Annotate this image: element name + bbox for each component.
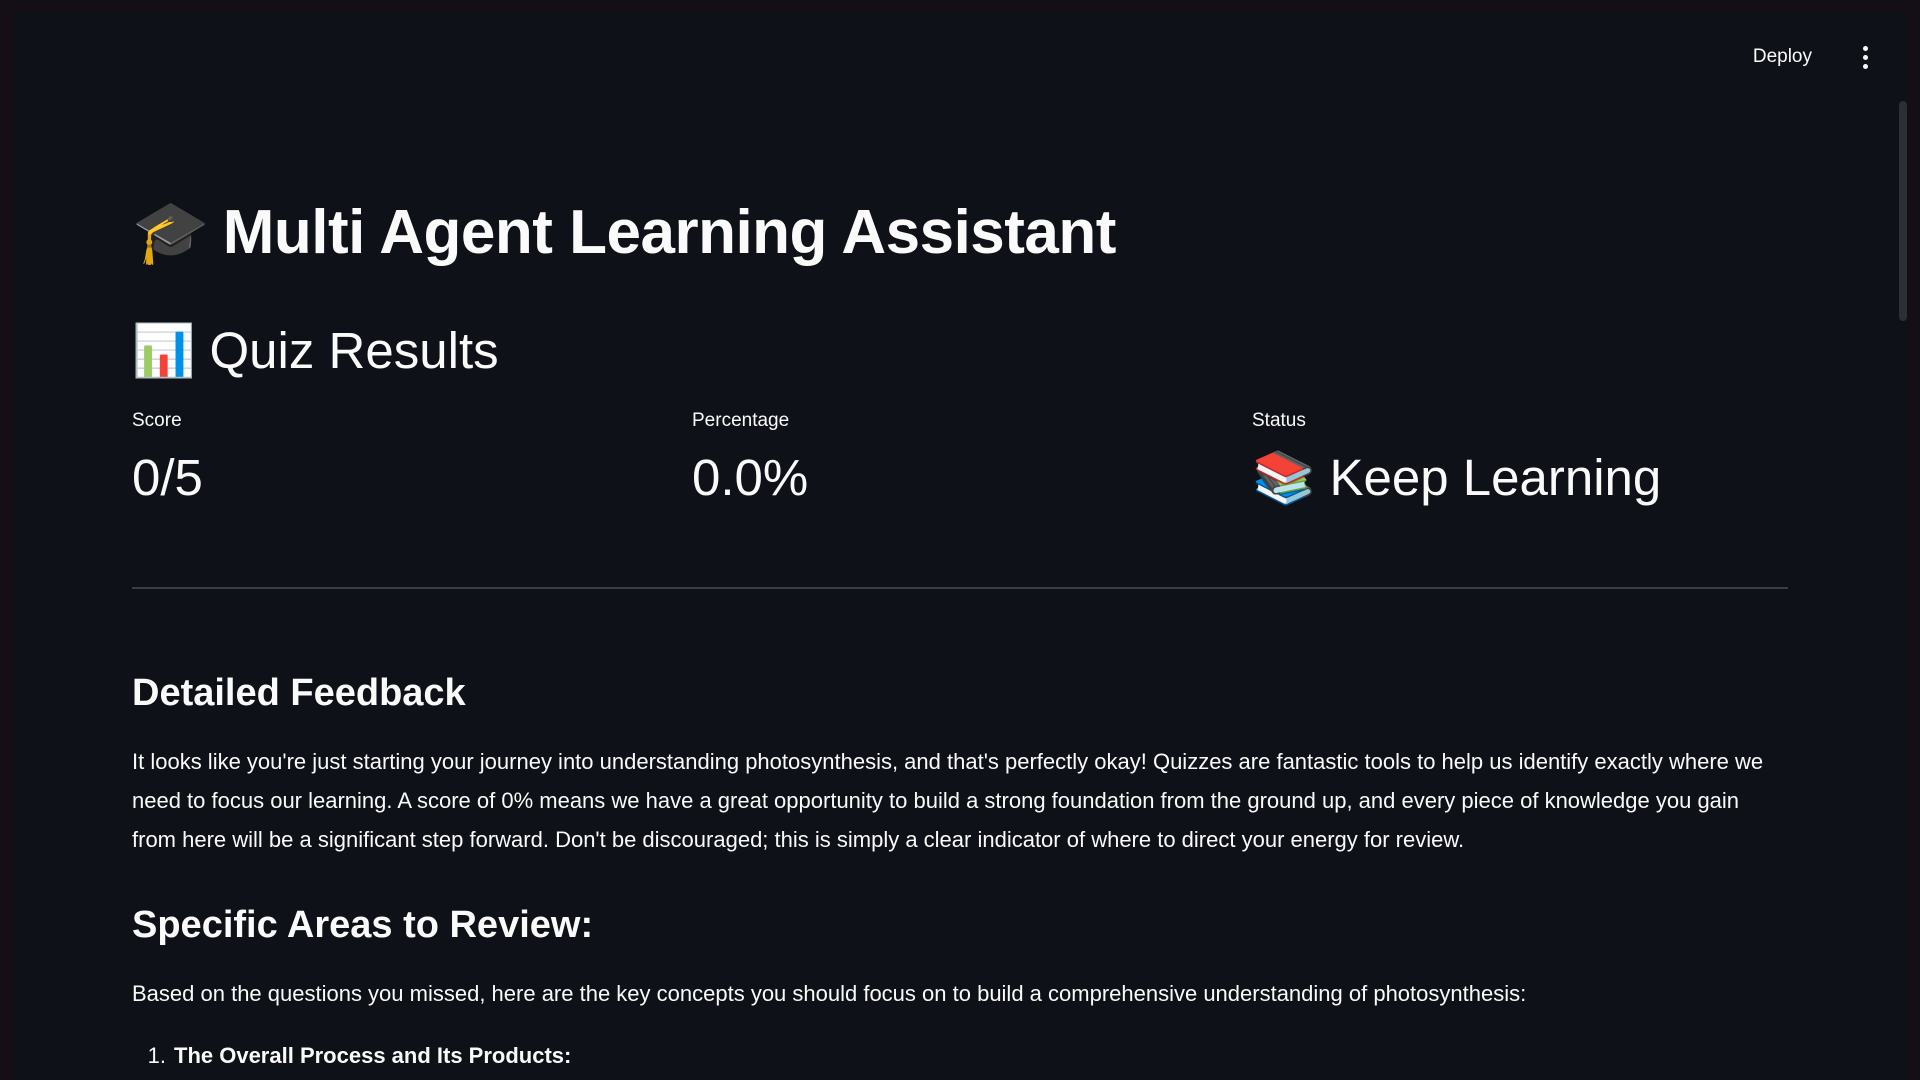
menu-dot	[1863, 46, 1868, 51]
review-intro-paragraph: Based on the questions you missed, here …	[132, 981, 1527, 1006]
list-item: 1. The Overall Process and Its Products:	[132, 1036, 572, 1076]
score-value: 0/5	[132, 449, 203, 506]
app-window: Deploy 🎓 Multi Agent Learning Assistant 📊…	[13, 13, 1907, 1080]
status-metric: Status 📚 Keep Learning	[1252, 408, 1792, 508]
score-label: Score	[132, 410, 182, 431]
list-item-text: The Overall Process and Its Products:	[174, 1043, 572, 1068]
books-icon: 📚	[1252, 449, 1316, 506]
graduation-cap-icon: 🎓	[132, 198, 209, 267]
percentage-value: 0.0%	[692, 449, 809, 506]
status-value: 📚 Keep Learning	[1252, 448, 1792, 508]
percentage-label: Percentage	[692, 410, 790, 431]
kebab-menu-icon[interactable]	[1853, 40, 1877, 74]
menu-dot	[1863, 55, 1868, 60]
list-item-number: 1.	[147, 1043, 166, 1068]
status-label: Status	[1252, 410, 1306, 431]
detailed-feedback-heading: Detailed Feedback	[132, 672, 466, 714]
score-metric: Score 0/5	[132, 408, 672, 508]
page-title-text: Multi Agent Learning Assistant	[222, 198, 1117, 267]
page-scrollbar[interactable]	[1899, 101, 1907, 321]
status-value-text: Keep Learning	[1329, 449, 1662, 506]
review-list: 1. The Overall Process and Its Products:	[132, 1036, 572, 1076]
menu-dot	[1863, 64, 1868, 69]
section-divider	[132, 587, 1788, 589]
top-toolbar: Deploy	[13, 13, 1907, 101]
review-areas-heading: Specific Areas to Review:	[132, 904, 594, 946]
deploy-button[interactable]: Deploy	[1745, 40, 1820, 74]
percentage-metric: Percentage 0.0%	[692, 408, 1232, 508]
feedback-paragraph: It looks like you're just starting your …	[132, 749, 1764, 852]
page-title: 🎓 Multi Agent Learning Assistant	[132, 193, 1116, 273]
quiz-results-heading: 📊 Quiz Results	[132, 318, 499, 384]
bar-chart-icon: 📊	[132, 322, 196, 379]
quiz-results-heading-text: Quiz Results	[209, 322, 499, 379]
